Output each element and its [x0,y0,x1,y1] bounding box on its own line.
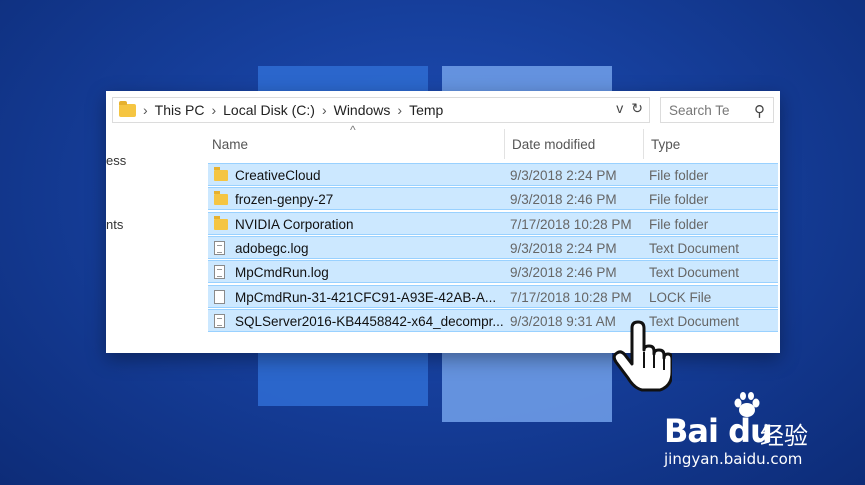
file-name: adobegc.log [235,240,309,256]
search-icon[interactable]: ⚲ [754,102,765,120]
folder-icon [214,191,228,206]
file-list: ^ Name Date modified Type CreativeCloud 9… [208,123,780,332]
watermark-url: jingyan.baidu.com [664,450,803,468]
column-header-name[interactable]: Name [212,137,248,152]
folder-icon [214,215,228,230]
watermark-brand: Bai du [664,412,773,450]
breadcrumb-windows[interactable]: Windows [334,102,391,118]
file-name: MpCmdRun.log [235,265,329,281]
chevron-right-icon[interactable]: › [143,102,148,118]
search-input[interactable]: Search Te ⚲ [660,97,774,123]
navigation-pane: ess nts [106,131,206,353]
search-placeholder: Search Te [669,102,730,118]
file-row[interactable]: SQLServer2016-KB4458842-x64_decompr... 9/… [208,308,778,332]
breadcrumb-local-disk[interactable]: Local Disk (C:) [223,102,315,118]
column-divider[interactable] [504,129,505,159]
column-header-type[interactable]: Type [651,137,680,152]
text-document-icon [214,265,225,280]
column-divider[interactable] [643,129,644,159]
file-date-modified: 9/3/2018 2:24 PM [510,240,617,256]
nav-item-documents[interactable]: nts [106,217,123,232]
column-header-row: ^ Name Date modified Type [208,123,780,159]
chevron-right-icon[interactable]: › [322,102,327,118]
file-type: File folder [649,168,709,183]
file-type: LOCK File [649,289,712,305]
address-bar[interactable]: › This PC › Local Disk (C:) › Windows › … [112,97,650,123]
file-name: NVIDIA Corporation [235,216,354,232]
chevron-down-icon[interactable]: v [616,100,623,117]
file-name: frozen-genpy-27 [235,192,334,208]
refresh-icon[interactable]: ↻ [631,100,643,117]
breadcrumb-temp[interactable]: Temp [409,102,443,118]
sort-ascending-icon: ^ [350,123,356,137]
file-type: File folder [649,216,709,232]
file-date-modified: 9/3/2018 2:46 PM [510,192,617,208]
file-row[interactable]: frozen-genpy-27 9/3/2018 2:46 PM File fold… [208,187,778,211]
watermark-cn: 经验 [760,422,808,450]
folder-icon [214,167,228,181]
file-explorer-window: › This PC › Local Disk (C:) › Windows › … [106,91,780,353]
breadcrumb-this-pc[interactable]: This PC [155,102,205,118]
folder-icon [119,100,136,117]
file-date-modified: 9/3/2018 2:46 PM [510,265,617,281]
file-name: CreativeCloud [235,168,321,183]
file-row[interactable]: adobegc.log 9/3/2018 2:24 PM Text Document [208,235,778,259]
file-name: SQLServer2016-KB4458842-x64_decompr... [235,313,504,329]
chevron-right-icon[interactable]: › [397,102,402,118]
hand-pointer-cursor-icon [612,320,672,392]
file-row[interactable]: MpCmdRun.log 9/3/2018 2:46 PM Text Documen… [208,260,778,284]
text-document-icon [214,313,225,328]
file-row[interactable]: MpCmdRun-31-421CFC91-A93E-42AB-A... 7/17/… [208,284,778,308]
chevron-right-icon[interactable]: › [211,102,216,118]
file-date-modified: 7/17/2018 10:28 PM [510,289,632,305]
file-row[interactable]: NVIDIA Corporation 7/17/2018 10:28 PM File… [208,211,778,235]
text-document-icon [214,240,225,255]
baidu-jingyan-watermark: Bai du 经验 jingyan.baidu.com [664,392,834,470]
file-type: Text Document [649,265,740,281]
file-type: File folder [649,192,709,208]
column-header-date[interactable]: Date modified [512,137,595,152]
file-name: MpCmdRun-31-421CFC91-A93E-42AB-A... [235,289,497,305]
file-type: Text Document [649,240,740,256]
file-date-modified: 7/17/2018 10:28 PM [510,216,632,232]
file-date-modified: 9/3/2018 2:24 PM [510,168,617,183]
nav-item-quick-access[interactable]: ess [106,153,126,168]
file-date-modified: 9/3/2018 9:31 AM [510,313,616,329]
address-tools: v ↻ [616,100,643,117]
address-bar-row: › This PC › Local Disk (C:) › Windows › … [112,97,774,123]
file-row[interactable]: CreativeCloud 9/3/2018 2:24 PM File folder [208,163,778,186]
blank-file-icon [214,289,225,304]
